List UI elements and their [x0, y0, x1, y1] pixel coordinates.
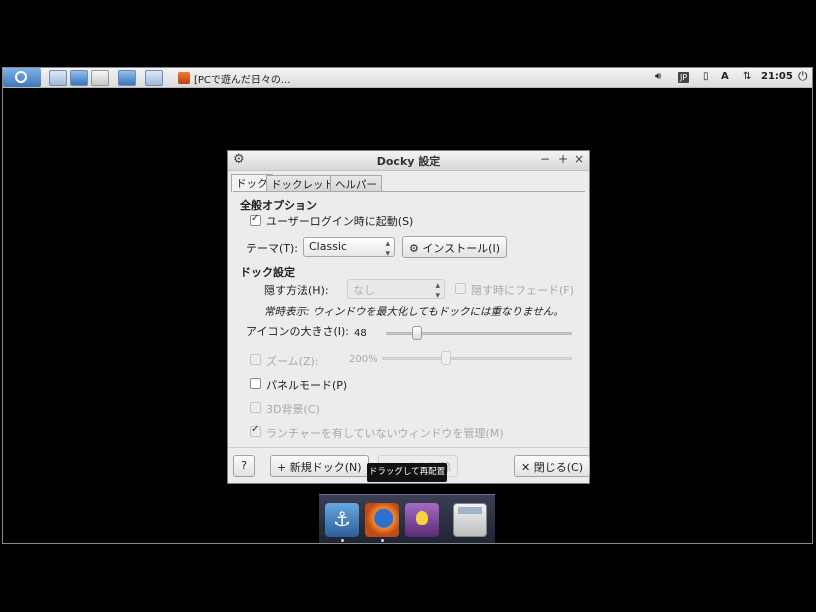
taskbar-window-button[interactable]: [PCで遊んだ日々の... [175, 70, 323, 86]
plus-icon: + [277, 461, 287, 474]
taskbar-window-title: [PCで遊んだ日々の... [194, 75, 291, 86]
keyboard-layout-badge[interactable]: JP [678, 72, 690, 83]
close-x-icon: ✕ [521, 461, 531, 474]
new-dock-label: 新規ドック(N) [289, 461, 362, 474]
file-manager-launcher-icon[interactable] [49, 70, 67, 86]
zoom-slider-knob[interactable] [441, 351, 452, 365]
running-indicator [381, 539, 384, 542]
firefox-task-icon [178, 72, 190, 84]
hide-mode-value: なし [353, 284, 375, 297]
docky-settings-dialog: ⚙ Docky 設定 − + × ドック ドックレット ヘルパー 全般オプション… [227, 150, 590, 484]
running-indicator [341, 539, 344, 542]
fade-on-hide-checkbox[interactable] [455, 283, 466, 294]
panel-mode-checkbox[interactable] [250, 378, 261, 389]
theme-label: テーマ(T): [246, 242, 299, 255]
volume-icon[interactable]: 🔊︎ [655, 71, 661, 82]
start-at-login-checkbox[interactable] [250, 213, 261, 226]
combo-arrows-icon: ▴ ▾ [435, 281, 440, 301]
network-status-icon[interactable]: ⇅ [743, 71, 751, 82]
panel-mode-label[interactable]: パネルモード(P) [266, 377, 347, 393]
close-label: 閉じる(C) [533, 461, 583, 474]
close-window-button[interactable]: × [574, 152, 584, 166]
pidgin-icon[interactable] [405, 503, 439, 537]
close-button[interactable]: ✕ 閉じる(C) [514, 455, 590, 477]
dialog-title: Docky 設定 [376, 155, 441, 168]
icon-size-value: 48 [354, 328, 367, 339]
new-dock-button[interactable]: + 新規ドック(N) [270, 455, 369, 477]
calculator-display-icon [458, 507, 482, 514]
application-menu-button[interactable] [3, 68, 41, 87]
start-at-login-label[interactable]: ユーザーログイン時に起動(S) [266, 213, 413, 229]
zoom-slider-track[interactable] [382, 357, 572, 360]
menu-logo-icon [15, 71, 27, 83]
tab-docklets[interactable]: ドックレット [266, 175, 339, 191]
docky-dock: ⚓ [319, 494, 495, 543]
hide-mode-combobox[interactable]: なし ▴ ▾ [347, 279, 445, 301]
tab-helpers[interactable]: ヘルパー [330, 175, 382, 191]
hide-mode-label: 隠す方法(H): [264, 284, 329, 297]
battery-icon[interactable]: ▯ [703, 71, 709, 82]
window-list-icon[interactable] [91, 70, 109, 86]
shutdown-icon[interactable]: ⏻ [798, 69, 808, 84]
zoom-value: 200% [349, 354, 378, 365]
theme-value: Classic [309, 240, 348, 253]
background-3d-checkbox[interactable] [250, 402, 261, 413]
dialog-titlebar[interactable]: ⚙ Docky 設定 − + × [228, 151, 589, 171]
theme-combobox[interactable]: Classic ▴ ▾ [303, 237, 395, 259]
clock[interactable]: 21:05 [761, 71, 793, 82]
install-theme-label: インストール(I) [422, 242, 500, 255]
input-method-icon[interactable]: A [721, 71, 729, 82]
minimize-button[interactable]: − [540, 152, 550, 166]
firefox-icon[interactable] [365, 503, 399, 537]
pidgin-bird-icon [416, 511, 428, 525]
top-panel: [PCで遊んだ日々の... 🔊︎ JP ▯ A ⇅ 21:05 ⏻ [3, 68, 812, 88]
install-theme-button[interactable]: ⚙ インストール(I) [402, 236, 507, 258]
calculator-icon[interactable] [453, 503, 487, 537]
dock-settings-heading: ドック設定 [240, 266, 295, 279]
icon-size-slider-knob[interactable] [412, 326, 423, 340]
anchor-glyph-icon: ⚓ [333, 507, 351, 531]
manage-windows-checkbox[interactable] [250, 424, 261, 437]
icon-size-label: アイコンの大きさ(I): [246, 325, 349, 338]
help-button[interactable]: ? [233, 455, 255, 477]
background-3d-label: 3D背景(C) [266, 403, 320, 416]
manage-windows-label: ランチャーを有していないウィンドウを管理(M) [266, 427, 504, 440]
maximize-button[interactable]: + [558, 152, 568, 166]
zoom-label: ズーム(Z): [266, 355, 319, 368]
gear-icon: ⚙ [409, 242, 419, 255]
network-launcher-icon[interactable] [70, 70, 88, 86]
workspace-1-icon[interactable] [118, 70, 136, 86]
docky-anchor-icon[interactable]: ⚓ [325, 503, 359, 537]
button-area-separator [228, 447, 589, 448]
zoom-checkbox[interactable] [250, 354, 261, 365]
combo-arrows-icon: ▴ ▾ [385, 239, 390, 259]
drag-tooltip: ドラッグして再配置 [367, 463, 447, 482]
fade-on-hide-label: 隠す時にフェード(F) [471, 284, 574, 297]
workspace-2-icon[interactable] [145, 70, 163, 86]
hide-mode-info-text: 常時表示: ウィンドウを最大化してもドックには重なりません。 [264, 306, 564, 318]
general-options-heading: 全般オプション [240, 199, 317, 212]
